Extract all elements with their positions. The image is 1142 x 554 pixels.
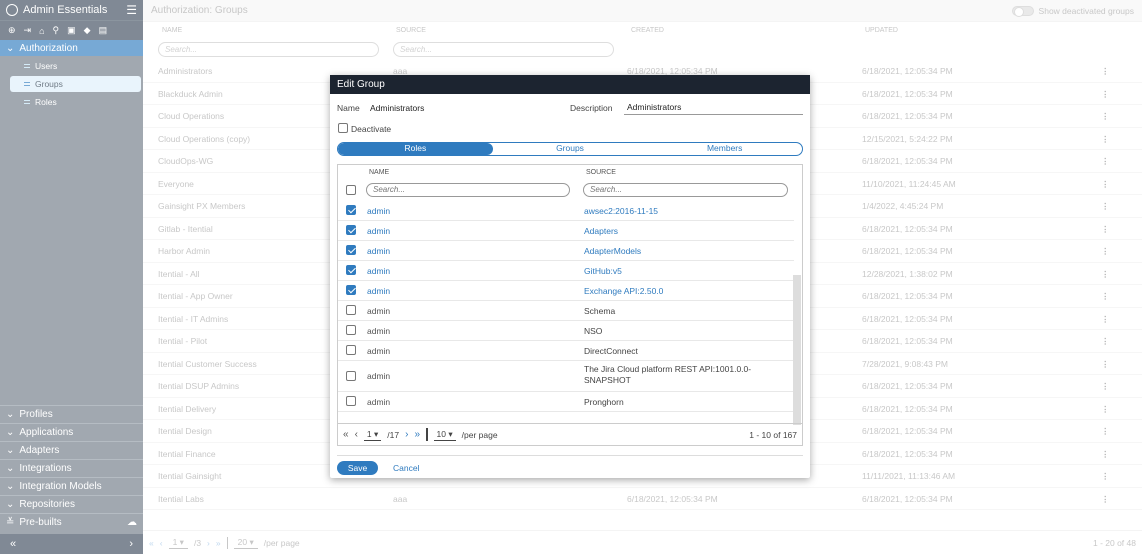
source-search-input[interactable]: Search... (583, 183, 788, 197)
column-header-name[interactable]: NAME (369, 169, 389, 176)
role-source: DirectConnect (584, 346, 638, 356)
role-row[interactable]: admin Adapters (338, 221, 794, 241)
per-page-value: 10 (436, 428, 446, 439)
role-name: admin (367, 286, 391, 296)
column-header-source[interactable]: SOURCE (586, 169, 616, 176)
per-page-label: /per page (461, 429, 498, 440)
role-checkbox[interactable] (346, 265, 356, 275)
role-row[interactable]: admin Schema (338, 301, 794, 321)
role-source: GitHub:v5 (584, 266, 622, 276)
page-select[interactable]: 1 ▾ (363, 428, 382, 441)
role-name: admin (367, 266, 391, 276)
modal-tabs: Roles Groups Members (337, 142, 803, 156)
role-checkbox[interactable] (346, 285, 356, 295)
role-row[interactable]: admin Exchange API:2.50.0 (338, 281, 794, 301)
role-row[interactable]: admin DirectConnect (338, 341, 794, 361)
role-source: Exchange API:2.50.0 (584, 286, 664, 296)
name-field[interactable]: Administrators (370, 103, 580, 115)
role-checkbox[interactable] (346, 225, 356, 235)
tab-roles[interactable]: Roles (338, 143, 493, 155)
roles-list: admin awsec2:2016-11-15 admin Adapters adm… (338, 201, 794, 412)
edit-group-modal: Edit Group Name Administrators Descripti… (330, 75, 810, 478)
role-name: admin (367, 346, 391, 356)
tab-groups[interactable]: Groups (493, 143, 648, 155)
role-source: awsec2:2016-11-15 (584, 206, 659, 216)
role-name: admin (367, 206, 391, 216)
role-checkbox[interactable] (346, 325, 356, 335)
tab-members[interactable]: Members (647, 143, 802, 155)
role-row[interactable]: admin Pronghorn (338, 392, 794, 412)
role-source: Schema (584, 306, 616, 316)
role-row[interactable]: admin NSO (338, 321, 794, 341)
role-source: Pronghorn (584, 397, 624, 407)
roles-grid: NAME SOURCE Search... Search... admin aws… (337, 164, 803, 446)
last-page-icon[interactable]: » (414, 429, 420, 440)
role-source: Adapters (584, 226, 619, 236)
save-button[interactable]: Save (337, 461, 378, 475)
role-name: admin (367, 326, 391, 336)
role-checkbox[interactable] (346, 345, 356, 355)
role-name: admin (367, 226, 391, 236)
role-checkbox[interactable] (346, 205, 356, 215)
role-name: admin (367, 306, 391, 316)
role-row[interactable]: admin AdapterModels (338, 241, 794, 261)
per-page-select[interactable]: 10 ▾ (433, 428, 456, 441)
description-label: Description (570, 103, 613, 113)
role-name: admin (367, 397, 391, 407)
modal-title: Edit Group (330, 75, 810, 94)
name-search-input[interactable]: Search... (366, 183, 570, 197)
role-row[interactable]: admin GitHub:v5 (338, 261, 794, 281)
cancel-button[interactable]: Cancel (393, 461, 419, 475)
divider (426, 428, 428, 441)
role-source: The Jira Cloud platform REST API:1001.0.… (584, 364, 752, 385)
next-page-icon[interactable]: › (405, 429, 408, 440)
grid-pagination: « ‹ 1 ▾ /17 › » 10 ▾ /per page 1 - 10 of… (338, 423, 802, 445)
role-name: admin (367, 246, 391, 256)
name-label: Name (337, 103, 360, 113)
page-value: 1 (366, 428, 372, 439)
first-page-icon[interactable]: « (343, 429, 349, 440)
page-count: /17 (387, 429, 400, 440)
deactivate-checkbox[interactable] (338, 123, 348, 133)
grid-scrollbar[interactable] (793, 275, 801, 425)
deactivate-label: Deactivate (351, 124, 392, 134)
role-checkbox[interactable] (346, 245, 356, 255)
role-checkbox[interactable] (346, 396, 356, 406)
select-all-checkbox[interactable] (346, 185, 356, 195)
role-checkbox[interactable] (346, 305, 356, 315)
role-name: admin (367, 371, 391, 381)
record-count: 1 - 10 of 167 (749, 429, 797, 440)
prev-page-icon[interactable]: ‹ (355, 429, 358, 440)
role-row[interactable]: admin awsec2:2016-11-15 (338, 201, 794, 221)
role-checkbox[interactable] (346, 371, 356, 381)
divider (337, 455, 803, 456)
role-row[interactable]: admin The Jira Cloud platform REST API:10… (338, 361, 794, 392)
role-source: AdapterModels (584, 246, 642, 256)
role-source: NSO (584, 326, 603, 336)
description-field[interactable]: Administrators (624, 102, 803, 115)
